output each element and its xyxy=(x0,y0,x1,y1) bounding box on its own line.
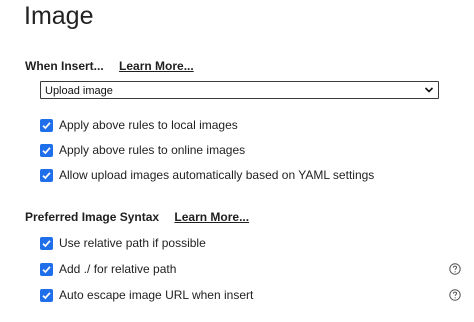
checkbox-auto-escape-url[interactable] xyxy=(40,288,53,302)
preferred-syntax-heading: Preferred Image Syntax Learn More... xyxy=(25,210,249,224)
when-insert-select[interactable]: Upload image xyxy=(40,81,439,99)
option-label: Add ./ for relative path xyxy=(59,262,177,276)
option-label: Apply above rules to local images xyxy=(59,118,238,132)
chevron-down-icon xyxy=(424,87,434,93)
checkmark-icon xyxy=(42,171,51,179)
checkbox-use-relative-path[interactable] xyxy=(40,236,53,250)
preferred-syntax-heading-text: Preferred Image Syntax xyxy=(25,210,160,224)
checkmark-icon xyxy=(42,291,51,299)
when-insert-learn-more-link[interactable]: Learn More... xyxy=(119,59,194,73)
option-label: Auto escape image URL when insert xyxy=(59,288,254,302)
when-insert-heading: When Insert... Learn More... xyxy=(25,59,194,73)
checkbox-apply-online-images[interactable] xyxy=(40,143,53,157)
option-label: Use relative path if possible xyxy=(59,236,206,250)
when-insert-heading-text: When Insert... xyxy=(25,59,104,73)
checkmark-icon xyxy=(42,239,51,247)
preferred-syntax-learn-more-link[interactable]: Learn More... xyxy=(174,210,249,224)
when-insert-select-value: Upload image xyxy=(45,85,113,97)
checkmark-icon xyxy=(42,121,51,129)
checkbox-add-dot-slash[interactable] xyxy=(40,262,53,276)
option-use-relative-path[interactable]: Use relative path if possible xyxy=(40,236,206,250)
checkbox-allow-upload-yaml[interactable] xyxy=(40,168,53,182)
option-label: Allow upload images automatically based … xyxy=(59,168,375,182)
option-label: Apply above rules to online images xyxy=(59,143,246,157)
question-circle-icon[interactable] xyxy=(449,263,461,275)
question-circle-icon[interactable] xyxy=(449,289,461,301)
option-add-dot-slash[interactable]: Add ./ for relative path xyxy=(40,262,176,276)
option-allow-upload-yaml[interactable]: Allow upload images automatically based … xyxy=(40,168,374,182)
option-apply-online-images[interactable]: Apply above rules to online images xyxy=(40,143,245,157)
checkmark-icon xyxy=(42,146,51,154)
page-title: Image xyxy=(24,2,94,30)
checkbox-apply-local-images[interactable] xyxy=(40,118,53,132)
checkmark-icon xyxy=(42,265,51,273)
option-auto-escape-url[interactable]: Auto escape image URL when insert xyxy=(40,288,253,302)
option-apply-local-images[interactable]: Apply above rules to local images xyxy=(40,118,238,132)
